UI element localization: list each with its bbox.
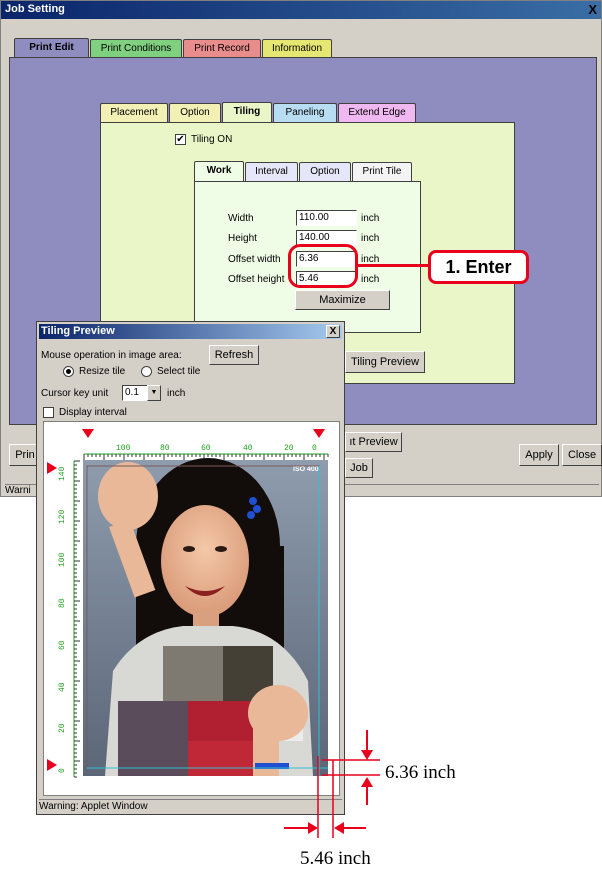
apply-button[interactable]: Apply: [519, 444, 559, 466]
left-ruler-label: 40: [58, 682, 67, 692]
resize-tile-label: Resize tile: [79, 366, 126, 377]
width-label: Width: [228, 213, 254, 224]
close-button[interactable]: Close: [562, 444, 602, 466]
callout-connector: [358, 264, 430, 267]
marker-left-top: [47, 462, 57, 474]
callout-label: 1. Enter: [428, 250, 529, 284]
left-ruler-label: 20: [58, 723, 67, 733]
offset-width-label: Offset width: [228, 254, 281, 265]
display-interval-label: Display interval: [59, 407, 127, 418]
preview-title: Tiling Preview: [41, 325, 115, 337]
tiling-preview-button[interactable]: Tiling Preview: [345, 351, 425, 373]
offset-width-dimension-label: 6.36 inch: [385, 762, 456, 783]
marker-left-bottom: [47, 759, 57, 771]
left-ruler-label: 60: [58, 640, 67, 650]
job-button[interactable]: Job: [345, 458, 373, 478]
preview-title-bar: Tiling Preview: [39, 324, 342, 339]
top-ruler-label: 100: [116, 444, 131, 453]
tab-print-record[interactable]: Print Record: [183, 39, 261, 58]
refresh-button[interactable]: Refresh: [209, 345, 259, 365]
tab-placement[interactable]: Placement: [100, 103, 168, 122]
layout-preview-button[interactable]: ıt Preview: [345, 432, 402, 452]
tab-interval[interactable]: Interval: [245, 162, 298, 181]
left-ruler-label: 120: [58, 509, 67, 524]
marker-top-left: [82, 429, 94, 438]
tab-extend-edge[interactable]: Extend Edge: [338, 103, 416, 122]
top-ruler-label: 60: [201, 444, 211, 453]
tab-print-tile[interactable]: Print Tile: [352, 162, 412, 181]
display-interval-checkbox[interactable]: [43, 407, 54, 418]
iso-label: ISO 400: [293, 466, 319, 473]
cursor-unit-label: Cursor key unit: [41, 388, 109, 399]
maximize-button[interactable]: Maximize: [295, 290, 390, 310]
callout-highlight: [288, 244, 358, 288]
top-ruler-label: 0: [312, 444, 317, 453]
close-icon[interactable]: X: [588, 2, 597, 17]
tab-work[interactable]: Work: [194, 161, 244, 182]
top-ruler-label: 40: [243, 444, 253, 453]
select-tile-label: Select tile: [157, 366, 201, 377]
tab-tiling[interactable]: Tiling: [222, 102, 272, 123]
select-tile-radio[interactable]: [141, 366, 152, 377]
offset-height-label: Offset height: [228, 274, 285, 285]
top-ruler-label: 80: [160, 444, 170, 453]
mouse-operation-label: Mouse operation in image area:: [41, 350, 182, 361]
tiling-on-label: Tiling ON: [191, 134, 233, 145]
chevron-down-icon[interactable]: ▼: [147, 385, 161, 401]
cursor-unit-suffix: inch: [167, 388, 186, 399]
tab-option-inner[interactable]: Option: [299, 162, 351, 181]
window-title: Job Setting: [5, 3, 65, 15]
marker-top-right: [313, 429, 325, 438]
left-ruler-label: 80: [58, 598, 67, 608]
left-ruler-label: 100: [58, 552, 67, 567]
dimension-annotations: [284, 730, 380, 838]
tab-paneling[interactable]: Paneling: [273, 103, 337, 122]
left-ruler-label: 0: [58, 768, 67, 773]
resize-tile-radio[interactable]: [63, 366, 74, 377]
tab-print-edit[interactable]: Print Edit: [14, 38, 89, 58]
preview-status-warning: Warning: Applet Window: [39, 801, 148, 812]
tab-print-conditions[interactable]: Print Conditions: [90, 39, 182, 58]
width-unit: inch: [361, 213, 380, 224]
tiling-on-checkbox[interactable]: ✔: [175, 134, 186, 145]
height-label: Height: [228, 233, 257, 244]
offset-height-unit: inch: [361, 274, 380, 285]
cursor-unit-select[interactable]: 0.1: [122, 385, 148, 401]
height-unit: inch: [361, 233, 380, 244]
offset-height-dimension-label: 5.46 inch: [300, 848, 371, 869]
tab-information[interactable]: Information: [262, 39, 332, 58]
width-field[interactable]: 110.00: [296, 210, 357, 226]
title-bar: Job Setting X: [1, 1, 601, 19]
left-ruler-label: 140: [58, 466, 67, 481]
preview-close-icon[interactable]: X: [326, 325, 340, 338]
tab-option[interactable]: Option: [169, 103, 221, 122]
status-warning: Warni: [5, 485, 31, 496]
top-ruler-label: 20: [284, 444, 294, 453]
